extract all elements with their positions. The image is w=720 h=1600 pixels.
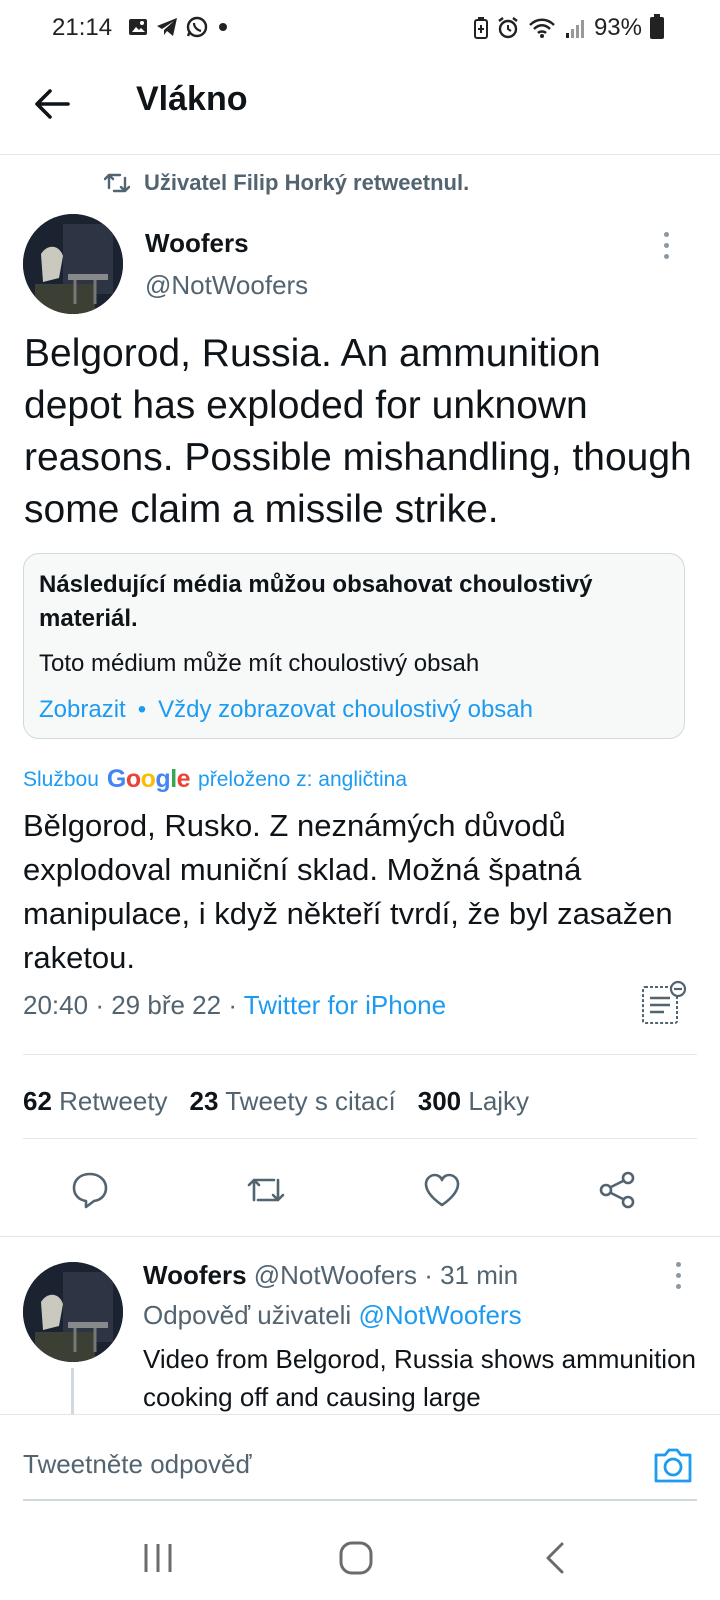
view-analytics-icon[interactable] [640, 980, 688, 1028]
reply-to-prefix: Odpověď uživateli [143, 1300, 352, 1330]
back-arrow-icon[interactable] [30, 82, 74, 126]
signal-icon [565, 20, 584, 38]
author-name[interactable]: Woofers [145, 228, 249, 259]
notification-icons [128, 16, 230, 38]
tweet-source[interactable]: Twitter for iPhone [244, 990, 446, 1020]
divider [23, 1054, 697, 1055]
reply-to-line: Odpověď uživateli @NotWoofers [143, 1300, 522, 1331]
avatar[interactable] [23, 214, 123, 314]
dot-icon [219, 23, 227, 31]
sensitive-media-notice: Následující média můžou obsahovat choulo… [23, 553, 685, 739]
battery-saver-icon [473, 17, 488, 39]
sensitive-title: Následující média můžou obsahovat choulo… [39, 571, 593, 632]
retweet-indicator[interactable]: Uživatel Filip Horký retweetnul. [104, 170, 469, 196]
reply-input[interactable]: Tweetněte odpověď [23, 1449, 251, 1480]
retweet-icon [104, 173, 130, 193]
camera-icon[interactable] [652, 1445, 694, 1485]
reply-time: 31 min [440, 1260, 519, 1290]
tweet-text: Belgorod, Russia. An ammunition depot ha… [24, 332, 692, 531]
reply-separator: · [424, 1260, 433, 1290]
wifi-icon [529, 18, 555, 38]
retweet-label: Uživatel Filip Horký retweetnul. [144, 170, 470, 195]
share-icon[interactable] [598, 1170, 638, 1210]
tweet-meta: 20:40 · 29 bře 22 · Twitter for iPhone [23, 990, 446, 1021]
like-icon[interactable] [422, 1170, 462, 1210]
status-bar: 21:14 93% [0, 0, 720, 58]
tweet-time[interactable]: 20:40 [23, 990, 88, 1020]
alarm-icon [498, 17, 518, 39]
always-show-sensitive-link[interactable]: Vždy zobrazovat choulostivý obsah [158, 696, 533, 724]
retweet-action-icon[interactable] [246, 1170, 286, 1210]
reply-icon[interactable] [70, 1170, 110, 1210]
sensitive-subtitle: Toto médium může mít choulostivý obsah [39, 650, 480, 677]
sensitive-actions: Zobrazit • Vždy zobrazovat choulostivý o… [39, 696, 533, 724]
link-separator: • [137, 696, 147, 723]
meta-separator: · [95, 990, 104, 1020]
translation-attribution[interactable]: Službou Google přeloženo z: angličtina [23, 765, 407, 794]
reply-avatar[interactable] [23, 1262, 123, 1362]
divider [0, 1236, 720, 1237]
nav-back-icon[interactable] [536, 1538, 576, 1578]
meta-separator: · [228, 990, 237, 1020]
reply-compose-bar: Tweetněte odpověď [0, 1414, 720, 1511]
home-icon[interactable] [336, 1538, 376, 1578]
quotes-stat[interactable]: 23 Tweety s citací [190, 1086, 396, 1117]
reply-header: Woofers @NotWoofers · 31 min [143, 1260, 518, 1291]
translated-text: Bělgorod, Rusko. Z neznámých důvodů expl… [23, 808, 673, 975]
reply-more-options-icon[interactable] [676, 1262, 681, 1289]
whatsapp-icon [186, 16, 208, 38]
divider [23, 1138, 697, 1139]
show-media-link[interactable]: Zobrazit [39, 696, 126, 724]
status-time: 21:14 [52, 14, 113, 41]
reply-author-handle[interactable]: @NotWoofers [254, 1260, 417, 1290]
tweet-stats: 62 Retweety 23 Tweety s citací 300 Lajky [23, 1086, 529, 1117]
thread-line [71, 1368, 74, 1418]
translation-suffix: přeloženo z: angličtina [198, 767, 408, 791]
translation-prefix: Službou [23, 767, 99, 791]
top-bar: Vlákno [0, 58, 720, 155]
telegram-icon [157, 18, 177, 36]
system-navigation-bar [0, 1510, 720, 1600]
page-title: Vlákno [136, 80, 248, 118]
reply-author-name[interactable]: Woofers [143, 1260, 247, 1290]
likes-stat[interactable]: 300 Lajky [418, 1086, 529, 1117]
tweet-actions [0, 1170, 720, 1230]
battery-percent: 93% [593, 14, 642, 41]
reply-text: Video from Belgorod, Russia shows ammuni… [143, 1344, 697, 1412]
recent-apps-icon[interactable] [138, 1538, 178, 1578]
author-handle[interactable]: @NotWoofers [145, 270, 308, 301]
battery-icon [650, 14, 664, 39]
input-underline [23, 1499, 697, 1501]
avatar-image [23, 1262, 123, 1362]
retweets-stat[interactable]: 62 Retweety [23, 1086, 168, 1117]
tweet-date[interactable]: 29 bře 22 [111, 990, 221, 1020]
gallery-icon [129, 19, 147, 35]
google-logo: Google [106, 765, 191, 793]
more-options-icon[interactable] [664, 232, 669, 259]
avatar-image [23, 214, 123, 314]
reply-to-handle[interactable]: @NotWoofers [358, 1300, 521, 1330]
system-status: 93% [473, 14, 664, 42]
